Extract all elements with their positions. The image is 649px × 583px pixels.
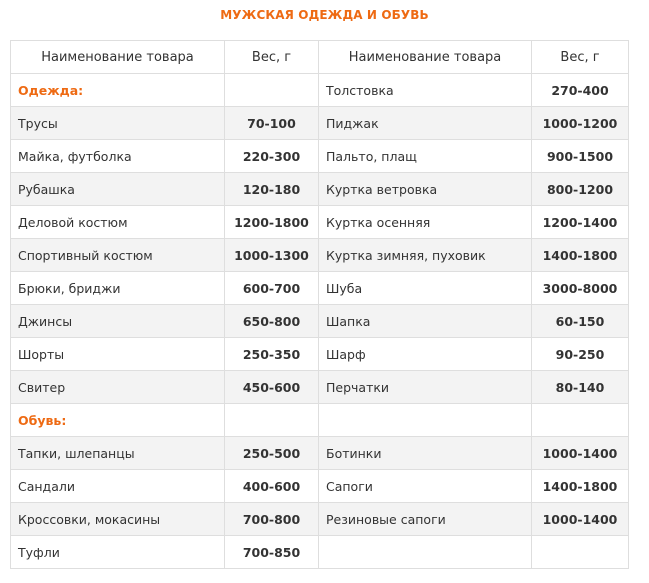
item-weight: 1000-1400 xyxy=(531,436,629,470)
item-name xyxy=(318,535,532,569)
item-weight: 3000-8000 xyxy=(531,271,629,305)
table-row: Шорты 250-350 Шарф 90-250 xyxy=(10,337,629,371)
weight-table: Наименование товара Вес, г Наименование … xyxy=(10,40,629,569)
section-heading: Обувь: xyxy=(10,403,225,437)
item-weight: 600-700 xyxy=(224,271,319,305)
page-title: МУЖСКАЯ ОДЕЖДА И ОБУВЬ xyxy=(220,8,429,22)
item-weight: 450-600 xyxy=(224,370,319,404)
table-row: Брюки, бриджи 600-700 Шуба 3000-8000 xyxy=(10,271,629,305)
item-weight: 80-140 xyxy=(531,370,629,404)
item-name: Шапка xyxy=(318,304,532,338)
table-row: Джинсы 650-800 Шапка 60-150 xyxy=(10,304,629,338)
item-name: Тапки, шлепанцы xyxy=(10,436,225,470)
item-name: Джинсы xyxy=(10,304,225,338)
item-weight: 250-500 xyxy=(224,436,319,470)
item-name: Шорты xyxy=(10,337,225,371)
item-name: Кроссовки, мокасины xyxy=(10,502,225,536)
item-weight: 1200-1800 xyxy=(224,205,319,239)
item-name: Сандали xyxy=(10,469,225,503)
item-name: Толстовка xyxy=(318,73,532,107)
table-row: Сандали 400-600 Сапоги 1400-1800 xyxy=(10,469,629,503)
table-row: Одежда: Толстовка 270-400 xyxy=(10,73,629,107)
table-row: Кроссовки, мокасины 700-800 Резиновые сапо… xyxy=(10,502,629,536)
column-header-name-right: Наименование товара xyxy=(318,40,532,74)
table-row: Майка, футболка 220-300 Пальто, плащ 900-15… xyxy=(10,139,629,173)
item-name: Ботинки xyxy=(318,436,532,470)
item-weight: 1000-1300 xyxy=(224,238,319,272)
item-weight: 700-800 xyxy=(224,502,319,536)
item-name: Майка, футболка xyxy=(10,139,225,173)
item-weight xyxy=(531,535,629,569)
item-weight: 60-150 xyxy=(531,304,629,338)
table-row: Свитер 450-600 Перчатки 80-140 xyxy=(10,370,629,404)
table-row: Туфли 700-850 xyxy=(10,535,629,569)
table-header-row: Наименование товара Вес, г Наименование … xyxy=(10,40,629,74)
table-row: Трусы 70-100 Пиджак 1000-1200 xyxy=(10,106,629,140)
item-weight: 1000-1400 xyxy=(531,502,629,536)
item-name: Куртка ветровка xyxy=(318,172,532,206)
item-weight: 270-400 xyxy=(531,73,629,107)
table-body: Одежда: Толстовка 270-400 Трусы 70-100 Пиджак… xyxy=(10,73,629,569)
item-weight: 1000-1200 xyxy=(531,106,629,140)
item-weight xyxy=(224,403,319,437)
section-heading: Одежда: xyxy=(10,73,225,107)
item-name: Пальто, плащ xyxy=(318,139,532,173)
item-name xyxy=(318,403,532,437)
column-header-name-left: Наименование товара xyxy=(10,40,225,74)
item-name: Брюки, бриджи xyxy=(10,271,225,305)
item-name: Спортивный костюм xyxy=(10,238,225,272)
item-name: Резиновые сапоги xyxy=(318,502,532,536)
item-weight: 900-1500 xyxy=(531,139,629,173)
item-name: Сапоги xyxy=(318,469,532,503)
item-weight: 700-850 xyxy=(224,535,319,569)
table-row: Рубашка 120-180 Куртка ветровка 800-1200 xyxy=(10,172,629,206)
item-name: Деловой костюм xyxy=(10,205,225,239)
item-name: Шуба xyxy=(318,271,532,305)
item-weight: 220-300 xyxy=(224,139,319,173)
item-weight: 650-800 xyxy=(224,304,319,338)
table-row: Деловой костюм 1200-1800 Куртка осенняя 120… xyxy=(10,205,629,239)
item-name: Свитер xyxy=(10,370,225,404)
item-weight xyxy=(531,403,629,437)
item-weight: 120-180 xyxy=(224,172,319,206)
item-weight: 70-100 xyxy=(224,106,319,140)
item-name: Рубашка xyxy=(10,172,225,206)
item-weight: 90-250 xyxy=(531,337,629,371)
item-name: Перчатки xyxy=(318,370,532,404)
item-name: Пиджак xyxy=(318,106,532,140)
item-name: Шарф xyxy=(318,337,532,371)
table-row: Тапки, шлепанцы 250-500 Ботинки 1000-1400 xyxy=(10,436,629,470)
table-row: Обувь: xyxy=(10,403,629,437)
item-name: Трусы xyxy=(10,106,225,140)
table-row: Спортивный костюм 1000-1300 Куртка зимняя,… xyxy=(10,238,629,272)
item-name: Куртка осенняя xyxy=(318,205,532,239)
item-weight: 800-1200 xyxy=(531,172,629,206)
item-weight: 1200-1400 xyxy=(531,205,629,239)
item-weight: 250-350 xyxy=(224,337,319,371)
item-weight: 1400-1800 xyxy=(531,469,629,503)
item-name: Куртка зимняя, пуховик xyxy=(318,238,532,272)
column-header-weight-left: Вес, г xyxy=(224,40,319,74)
item-weight: 400-600 xyxy=(224,469,319,503)
item-name: Туфли xyxy=(10,535,225,569)
item-weight xyxy=(224,73,319,107)
column-header-weight-right: Вес, г xyxy=(531,40,629,74)
item-weight: 1400-1800 xyxy=(531,238,629,272)
